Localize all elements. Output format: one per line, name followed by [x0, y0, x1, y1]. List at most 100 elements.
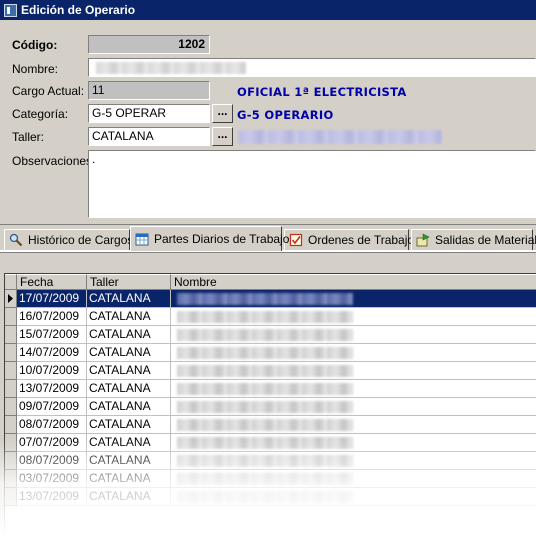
- export-icon: [416, 233, 430, 247]
- taller-lookup-button[interactable]: ...: [212, 127, 233, 146]
- app-form-icon: [4, 3, 17, 17]
- categoria-lookup-button[interactable]: ...: [212, 104, 233, 123]
- codigo-label: Código:: [12, 38, 58, 52]
- cell-nombre[interactable]: [171, 470, 536, 488]
- cell-taller[interactable]: CATALANA: [87, 470, 171, 488]
- table-row[interactable]: 17/07/2009 CATALANA: [5, 290, 536, 308]
- table-row[interactable]: 13/07/2009 CATALANA: [5, 488, 536, 506]
- nombre-redacted: [177, 419, 353, 431]
- cargo-description: OFICIAL 1ª ELECTRICISTA: [237, 85, 407, 99]
- calendar-icon: [135, 232, 149, 246]
- partes-grid[interactable]: Fecha Taller Nombre 17/07/2009 CATALANA 16…: [4, 273, 536, 536]
- nombre-redacted: [177, 293, 353, 305]
- cell-nombre[interactable]: [171, 344, 536, 362]
- cell-nombre[interactable]: [171, 380, 536, 398]
- column-header-nombre[interactable]: Nombre: [171, 274, 536, 290]
- cell-fecha[interactable]: 16/07/2009: [17, 308, 87, 326]
- cell-nombre[interactable]: [171, 362, 536, 380]
- cell-fecha[interactable]: 07/07/2009: [17, 434, 87, 452]
- cell-taller[interactable]: CATALANA: [87, 452, 171, 470]
- table-row[interactable]: 09/07/2009 CATALANA: [5, 398, 536, 416]
- row-indicator[interactable]: [5, 470, 17, 488]
- cell-nombre[interactable]: [171, 434, 536, 452]
- table-row[interactable]: 16/07/2009 CATALANA: [5, 308, 536, 326]
- checklist-icon: [289, 233, 303, 247]
- cell-fecha[interactable]: 13/07/2009: [17, 380, 87, 398]
- cell-nombre[interactable]: [171, 416, 536, 434]
- row-indicator[interactable]: [5, 452, 17, 470]
- cell-nombre[interactable]: [171, 290, 536, 308]
- row-indicator[interactable]: [5, 488, 17, 506]
- cell-taller[interactable]: CATALANA: [87, 398, 171, 416]
- table-row[interactable]: 07/07/2009 CATALANA: [5, 434, 536, 452]
- cell-nombre[interactable]: [171, 488, 536, 506]
- cell-taller[interactable]: CATALANA: [87, 434, 171, 452]
- tab-label: Salidas de Material: [435, 233, 536, 247]
- cell-fecha[interactable]: 03/07/2009: [17, 470, 87, 488]
- row-indicator[interactable]: [5, 434, 17, 452]
- table-row[interactable]: 13/07/2009 CATALANA: [5, 380, 536, 398]
- nombre-redacted: [177, 383, 353, 395]
- row-indicator[interactable]: [5, 344, 17, 362]
- codigo-field[interactable]: 1202: [88, 35, 210, 54]
- cell-nombre[interactable]: [171, 452, 536, 470]
- cell-taller[interactable]: CATALANA: [87, 488, 171, 506]
- nombre-redacted: [177, 311, 353, 323]
- cell-fecha[interactable]: 13/07/2009: [17, 488, 87, 506]
- table-row[interactable]: 08/07/2009 CATALANA: [5, 416, 536, 434]
- search-icon: [9, 233, 23, 247]
- row-indicator[interactable]: [5, 326, 17, 344]
- cargo-label: Cargo Actual:: [12, 84, 85, 98]
- tab-ordenes-trabajo[interactable]: Ordenes de Trabajo: [284, 229, 414, 250]
- cell-taller[interactable]: CATALANA: [87, 362, 171, 380]
- cargo-field[interactable]: 11: [88, 81, 210, 100]
- tab-label: Ordenes de Trabajo: [308, 233, 415, 247]
- cell-nombre[interactable]: [171, 398, 536, 416]
- cell-fecha[interactable]: 09/07/2009: [17, 398, 87, 416]
- tab-historico-cargos[interactable]: Histórico de Cargos: [4, 229, 133, 250]
- column-header-taller[interactable]: Taller: [87, 274, 171, 290]
- row-indicator[interactable]: [5, 398, 17, 416]
- table-row[interactable]: 03/07/2009 CATALANA: [5, 470, 536, 488]
- cell-nombre[interactable]: [171, 326, 536, 344]
- observaciones-field[interactable]: .: [88, 150, 536, 218]
- table-row[interactable]: 10/07/2009 CATALANA: [5, 362, 536, 380]
- nombre-redacted: [96, 62, 246, 74]
- cell-taller[interactable]: CATALANA: [87, 416, 171, 434]
- nombre-redacted: [177, 491, 353, 503]
- cell-taller[interactable]: CATALANA: [87, 326, 171, 344]
- cell-nombre[interactable]: [171, 308, 536, 326]
- categoria-field[interactable]: G-5 OPERAR: [88, 104, 210, 123]
- nombre-redacted: [177, 455, 353, 467]
- cell-taller[interactable]: CATALANA: [87, 308, 171, 326]
- nombre-redacted: [177, 347, 353, 359]
- column-header-fecha[interactable]: Fecha: [17, 274, 87, 290]
- tab-partes-diarios[interactable]: Partes Diarios de Trabajo: [130, 226, 289, 251]
- taller-description-redacted: [238, 130, 442, 144]
- cell-taller[interactable]: CATALANA: [87, 380, 171, 398]
- cell-fecha[interactable]: 08/07/2009: [17, 452, 87, 470]
- cell-fecha[interactable]: 08/07/2009: [17, 416, 87, 434]
- row-indicator[interactable]: [5, 380, 17, 398]
- cell-fecha[interactable]: 14/07/2009: [17, 344, 87, 362]
- categoria-description: G-5 OPERARIO: [237, 108, 334, 122]
- row-indicator[interactable]: [5, 290, 17, 308]
- tab-salidas-material[interactable]: Salidas de Material: [411, 229, 536, 250]
- row-indicator[interactable]: [5, 308, 17, 326]
- operario-form: Código: 1202 Nombre: Cargo Actual: 11 OF…: [0, 20, 536, 225]
- cell-fecha[interactable]: 17/07/2009: [17, 290, 87, 308]
- nombre-redacted: [177, 473, 353, 485]
- cell-taller[interactable]: CATALANA: [87, 290, 171, 308]
- cell-fecha[interactable]: 10/07/2009: [17, 362, 87, 380]
- nombre-redacted: [177, 365, 353, 377]
- row-indicator[interactable]: [5, 416, 17, 434]
- table-row[interactable]: 14/07/2009 CATALANA: [5, 344, 536, 362]
- tab-strip: Histórico de Cargos Partes Diarios de Tr…: [0, 225, 536, 251]
- taller-field[interactable]: CATALANA: [88, 127, 210, 146]
- cell-fecha[interactable]: 15/07/2009: [17, 326, 87, 344]
- table-row[interactable]: 08/07/2009 CATALANA: [5, 452, 536, 470]
- row-indicator[interactable]: [5, 362, 17, 380]
- cell-taller[interactable]: CATALANA: [87, 344, 171, 362]
- table-row[interactable]: 15/07/2009 CATALANA: [5, 326, 536, 344]
- nombre-redacted: [177, 437, 353, 449]
